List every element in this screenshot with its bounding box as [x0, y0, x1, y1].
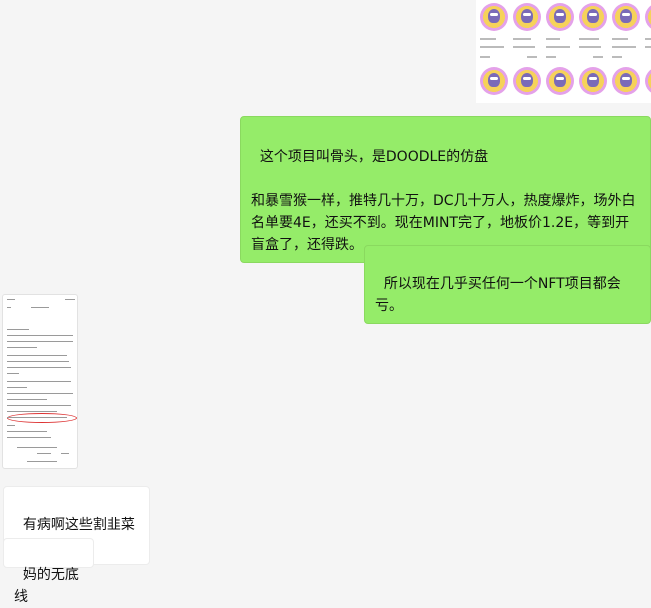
nft-thumbnail — [544, 66, 575, 96]
nft-thumbnail — [511, 66, 542, 96]
nft-thumbnail — [643, 2, 651, 32]
doodle-avatar-icon — [546, 67, 574, 95]
doodle-avatar-icon — [612, 67, 640, 95]
doodle-avatar-icon — [612, 3, 640, 31]
nft-collection-image[interactable] — [476, 0, 651, 103]
nft-thumbnail — [610, 66, 641, 96]
doodle-avatar-icon — [645, 67, 651, 95]
highlight-circle — [7, 413, 77, 423]
message-text: 所以现在几乎买任何一个NFT项目都会亏。 — [375, 276, 621, 314]
nft-info-block — [643, 32, 651, 66]
message-bubble-received[interactable]: 妈的无底线 — [3, 538, 94, 568]
nft-info-block — [610, 32, 641, 66]
nft-thumbnail — [511, 2, 542, 32]
doodle-avatar-icon — [645, 3, 651, 31]
nft-info-block — [511, 32, 542, 66]
message-text: 妈的无底线 — [14, 567, 79, 605]
nft-thumbnail — [544, 2, 575, 32]
message-bubble-sent[interactable]: 所以现在几乎买任何一个NFT项目都会亏。 — [364, 245, 651, 324]
doodle-avatar-icon — [513, 3, 541, 31]
doodle-avatar-icon — [579, 3, 607, 31]
nft-info-block — [577, 32, 608, 66]
nft-info-block — [544, 32, 575, 66]
message-bubble-sent[interactable]: 这个项目叫骨头，是DOODLE的仿盘 和暴雪猴一样，推特几十万，DC几十万人，热… — [240, 116, 651, 263]
doodle-avatar-icon — [480, 3, 508, 31]
nft-info-block — [478, 32, 509, 66]
doodle-avatar-icon — [579, 67, 607, 95]
nft-thumbnail — [577, 2, 608, 32]
doodle-avatar-icon — [513, 67, 541, 95]
doodle-avatar-icon — [480, 67, 508, 95]
nft-thumbnail — [643, 66, 651, 96]
nft-thumbnail — [478, 2, 509, 32]
doodle-avatar-icon — [546, 3, 574, 31]
nft-thumbnail — [478, 66, 509, 96]
phone-screenshot-image[interactable] — [2, 294, 78, 469]
nft-thumbnail — [577, 66, 608, 96]
nft-thumbnail — [610, 2, 641, 32]
message-text: 这个项目叫骨头，是DOODLE的仿盘 和暴雪猴一样，推特几十万，DC几十万人，热… — [251, 149, 636, 253]
